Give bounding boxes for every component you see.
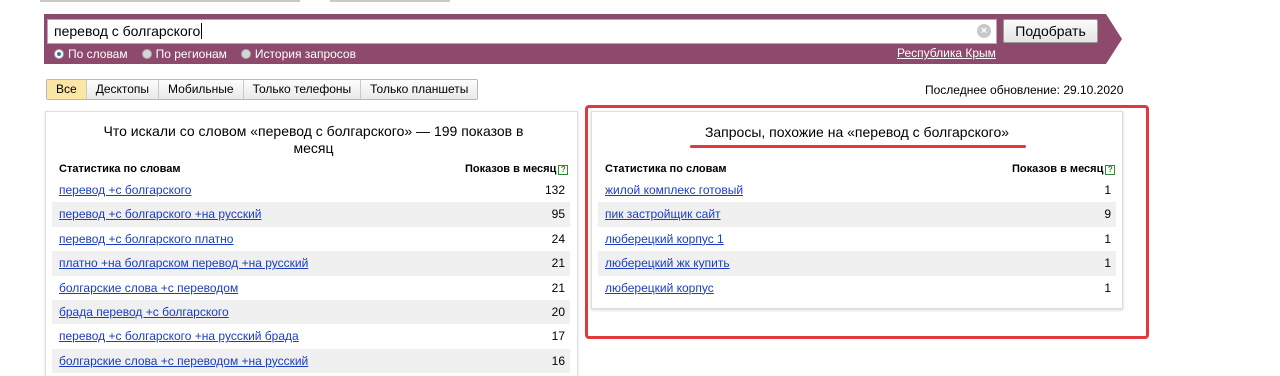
table-row: брада перевод +с болгарского 20 xyxy=(52,299,570,325)
phrase-link[interactable]: перевод +с болгарского +на русский xyxy=(59,207,261,221)
help-icon[interactable]: ? xyxy=(558,165,569,175)
last-update: Последнее обновление: 29.10.2020 xyxy=(925,83,1124,97)
impressions-count: 16 xyxy=(551,353,565,368)
mode-label: История запросов xyxy=(254,47,356,61)
clear-icon[interactable]: × xyxy=(977,24,991,38)
highlight-underline xyxy=(690,145,1026,148)
column-header-count-label: Показов в месяц xyxy=(465,163,557,175)
table-row: перевод +с болгарского +на русский брада… xyxy=(52,324,570,348)
words-table: перевод +с болгарского 132 перевод +с бол… xyxy=(52,178,570,374)
table-row: перевод +с болгарского платно 24 xyxy=(52,227,570,251)
phrase-link[interactable]: перевод +с болгарского xyxy=(59,183,191,197)
impressions-count: 20 xyxy=(551,304,565,319)
radio-icon xyxy=(240,49,251,59)
table-row: перевод +с болгарского +на русский 95 xyxy=(52,202,570,227)
table-row: болгарские слова +с переводом +на русски… xyxy=(52,348,570,374)
table-row: болгарские слова +с переводом 21 xyxy=(52,276,570,300)
mode-by-words[interactable]: По словам xyxy=(54,46,128,62)
mode-history[interactable]: История запросов xyxy=(240,46,356,62)
column-header-count: Показов в месяц? xyxy=(465,163,569,175)
device-tabs: Все Десктопы Мобильные Только телефоны Т… xyxy=(46,79,479,100)
tab-all[interactable]: Все xyxy=(47,80,87,99)
impressions-count: 95 xyxy=(551,207,565,222)
search-input[interactable]: перевод с болгарского xyxy=(47,19,997,44)
tab-phones-only[interactable]: Только телефоны xyxy=(243,80,362,99)
radio-icon xyxy=(54,49,64,59)
mode-label: По регионам xyxy=(155,47,227,61)
words-panel: Что искали со словом «перевод с болгарск… xyxy=(45,111,578,376)
top-strip xyxy=(0,0,1280,6)
highlight-box xyxy=(585,105,1149,339)
phrase-link[interactable]: платно +на болгарском перевод +на русски… xyxy=(59,256,308,270)
phrase-link[interactable]: болгарские слова +с переводом xyxy=(59,281,238,295)
tab-mobile[interactable]: Мобильные xyxy=(159,80,244,99)
tab-tablets-only[interactable]: Только планшеты xyxy=(361,80,478,99)
table-row: перевод +с болгарского 132 xyxy=(52,178,570,202)
impressions-count: 21 xyxy=(551,280,565,295)
tab-desktops[interactable]: Десктопы xyxy=(86,80,160,99)
submit-button[interactable]: Подобрать xyxy=(1003,19,1098,43)
search-band-arrow xyxy=(1106,14,1122,64)
region-link[interactable]: Республика Крым xyxy=(897,46,996,60)
phrase-link[interactable]: перевод +с болгарского +на русский брада xyxy=(59,329,299,343)
impressions-count: 21 xyxy=(551,256,565,271)
impressions-count: 132 xyxy=(544,183,565,197)
impressions-count: 17 xyxy=(551,329,565,344)
impressions-count: 24 xyxy=(551,231,565,246)
phrase-link[interactable]: брада перевод +с болгарского xyxy=(59,305,229,319)
phrase-link[interactable]: болгарские слова +с переводом +на русски… xyxy=(59,354,308,368)
mode-by-regions[interactable]: По регионам xyxy=(141,46,227,62)
text-caret xyxy=(201,23,203,39)
search-mode-group: По словам По регионам История запросов xyxy=(54,46,370,62)
phrase-link[interactable]: перевод +с болгарского платно xyxy=(59,232,233,246)
mode-label: По словам xyxy=(68,47,128,61)
cropped-edge xyxy=(40,0,300,2)
search-query: перевод с болгарского xyxy=(54,23,201,39)
panel-title: Что искали со словом «перевод с болгарск… xyxy=(103,123,524,156)
cropped-edge xyxy=(330,0,450,2)
table-row: платно +на болгарском перевод +на русски… xyxy=(52,251,570,276)
column-header-phrase: Статистика по словам xyxy=(59,163,181,175)
radio-icon xyxy=(141,49,152,59)
